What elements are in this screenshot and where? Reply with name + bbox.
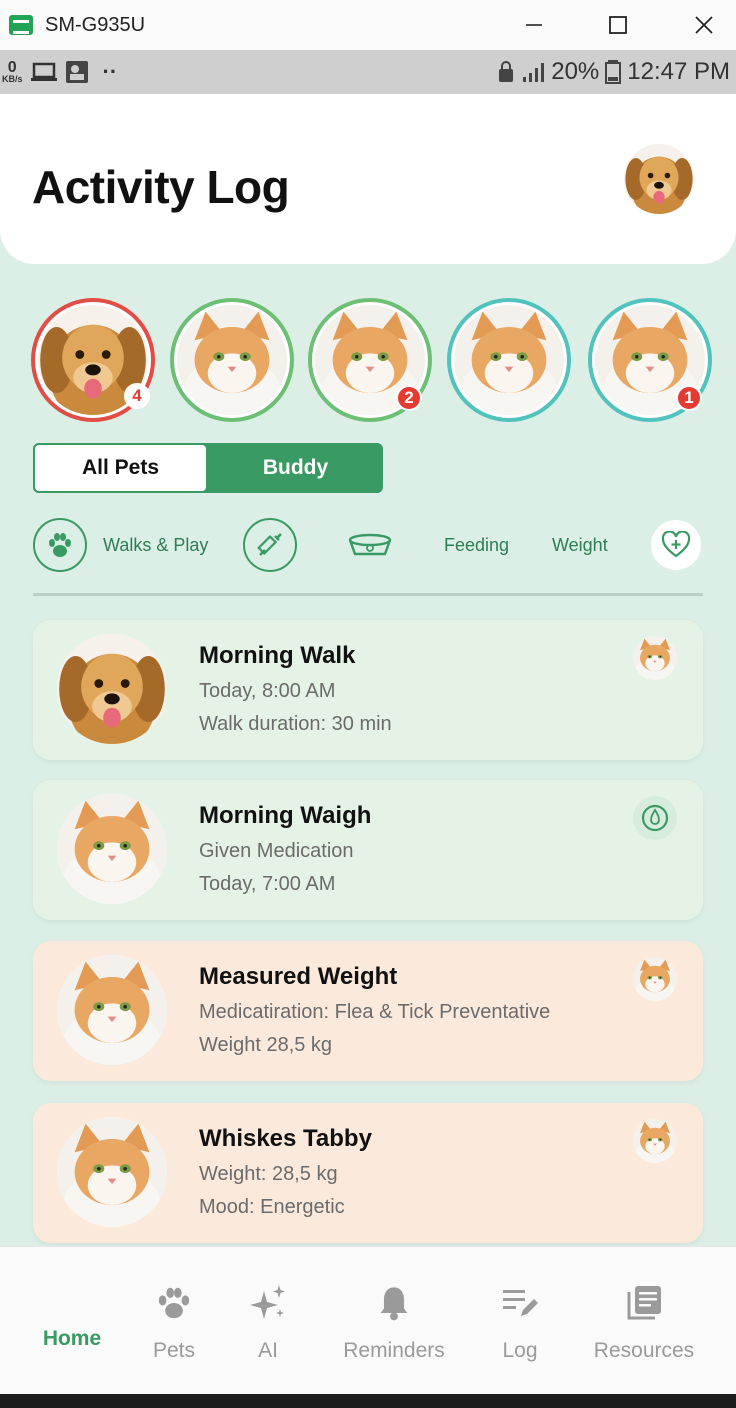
window-title: SM-G935U (45, 13, 146, 36)
filter-food-bowl[interactable] (344, 518, 396, 572)
paw-button[interactable] (33, 518, 87, 572)
activity-detail: Weight: 28,5 kg (199, 1163, 338, 1185)
activity-title: Whiskes Tabby (199, 1125, 372, 1152)
clock: 12:47 PM (627, 58, 730, 85)
activity-detail: Weight 28,5 kg (199, 1034, 333, 1056)
cat-thumbnail (633, 957, 677, 1001)
pet-circle-cat-3[interactable] (447, 298, 571, 422)
nav-reminders-label: Reminders (343, 1339, 445, 1362)
notification-badge: 4 (124, 383, 150, 409)
status-bar: 0 KB/s ·· 20% 12:47 PM (0, 50, 736, 94)
activity-title: Morning Waigh (199, 802, 372, 829)
nav-home-label: Home (42, 1327, 102, 1350)
nav-resources[interactable]: Resources (584, 1281, 704, 1363)
nav-ai[interactable]: AI (208, 1281, 328, 1363)
activity-card[interactable]: Measured Weight Medicatiration: Flea & T… (33, 941, 703, 1081)
pet-circle-cat-1[interactable] (170, 298, 294, 422)
edit-list-icon (503, 1290, 538, 1316)
activity-detail: Today, 8:00 AM (199, 680, 336, 702)
pet-filter-segment: All Pets Buddy (33, 443, 383, 493)
notification-badge: 1 (676, 385, 702, 411)
cat-thumbnail-icon (633, 1119, 677, 1163)
dog-avatar-icon (624, 144, 694, 214)
page-title: Activity Log (32, 161, 290, 213)
paw-icon (49, 533, 71, 557)
avatar[interactable] (624, 144, 694, 214)
divider (33, 593, 703, 596)
activity-detail: Given Medication (199, 840, 354, 862)
filter-medication[interactable] (243, 518, 297, 572)
lock-icon (499, 61, 514, 82)
more-notifications: ·· (102, 59, 118, 84)
app-icon (9, 15, 33, 35)
heart-button[interactable] (651, 520, 701, 570)
cat-thumbnail-icon (633, 636, 677, 680)
segment-all-pets[interactable]: All Pets (33, 443, 208, 493)
minimize-icon (526, 24, 542, 26)
signal-icon (523, 63, 545, 82)
system-navigation-bar (0, 1394, 736, 1408)
drop-timer-icon (641, 804, 669, 832)
filter-health[interactable] (651, 518, 701, 572)
syringe-icon (257, 533, 282, 556)
pet-photo (57, 955, 167, 1065)
medication-badge (633, 796, 677, 840)
laptop-icon (30, 62, 57, 81)
cat-thumbnail (633, 636, 677, 680)
filter-weight[interactable]: Weight (552, 518, 608, 572)
sparkles-icon (250, 1285, 285, 1319)
cat-photo-icon (57, 955, 167, 1065)
nav-log-label: Log (502, 1339, 538, 1362)
activity-card[interactable]: Morning Walk Today, 8:00 AM Walk duratio… (33, 620, 703, 760)
close-icon (695, 16, 713, 34)
bottom-navigation: Home Pets AI Reminders Log Resources (0, 1246, 736, 1394)
cat-photo-icon (454, 305, 564, 415)
syringe-button[interactable] (243, 518, 297, 572)
bell-icon (380, 1287, 408, 1321)
filter-walks-play[interactable]: Walks & Play (33, 518, 208, 572)
network-speed: 0 KB/s (2, 58, 23, 84)
cat-photo-icon (57, 1117, 167, 1227)
maximize-icon (609, 16, 627, 34)
battery-icon (605, 60, 622, 84)
paw-icon (158, 1287, 190, 1319)
food-bowl-icon (348, 533, 392, 556)
header: Activity Log (0, 94, 736, 264)
maximize-button[interactable] (588, 0, 648, 50)
activity-detail: Mood: Energetic (199, 1196, 345, 1218)
category-filters: Walks & Play Feeding Weight (0, 518, 736, 574)
cat-photo-icon (57, 794, 167, 904)
minimize-button[interactable] (504, 0, 564, 50)
heart-plus-icon (661, 531, 691, 558)
activity-detail: Walk duration: 30 min (199, 713, 392, 735)
cat-thumbnail (633, 1119, 677, 1163)
pet-photo (57, 794, 167, 904)
window-titlebar: SM-G935U (0, 0, 736, 50)
nav-resources-label: Resources (593, 1339, 695, 1362)
battery-percent: 20% (551, 58, 600, 85)
close-button[interactable] (674, 0, 734, 50)
photo-icon (65, 61, 88, 83)
nav-ai-label: AI (258, 1339, 278, 1362)
activity-title: Measured Weight (199, 963, 398, 990)
notification-badge: 2 (396, 385, 422, 411)
activity-detail: Today, 7:00 AM (199, 873, 336, 895)
activity-card[interactable]: Morning Waigh Given Medication Today, 7:… (33, 780, 703, 920)
filter-walks-label: Walks & Play (103, 534, 209, 555)
activity-title: Morning Walk (199, 642, 356, 669)
activity-card[interactable]: Whiskes Tabby Weight: 28,5 kg Mood: Ener… (33, 1103, 703, 1243)
nav-reminders[interactable]: Reminders (334, 1281, 454, 1363)
filter-feeding[interactable]: Feeding (444, 518, 509, 572)
segment-buddy[interactable]: Buddy (208, 443, 383, 493)
activity-detail: Medicatiration: Flea & Tick Preventative (199, 1001, 551, 1023)
cat-photo-icon (177, 305, 287, 415)
nav-pets-label: Pets (152, 1339, 196, 1362)
pet-photo (57, 634, 167, 744)
nav-log[interactable]: Log (460, 1281, 580, 1363)
library-icon (627, 1286, 661, 1320)
pet-photo (57, 1117, 167, 1227)
cat-thumbnail-icon (633, 957, 677, 1001)
dog-photo-icon (57, 634, 167, 744)
